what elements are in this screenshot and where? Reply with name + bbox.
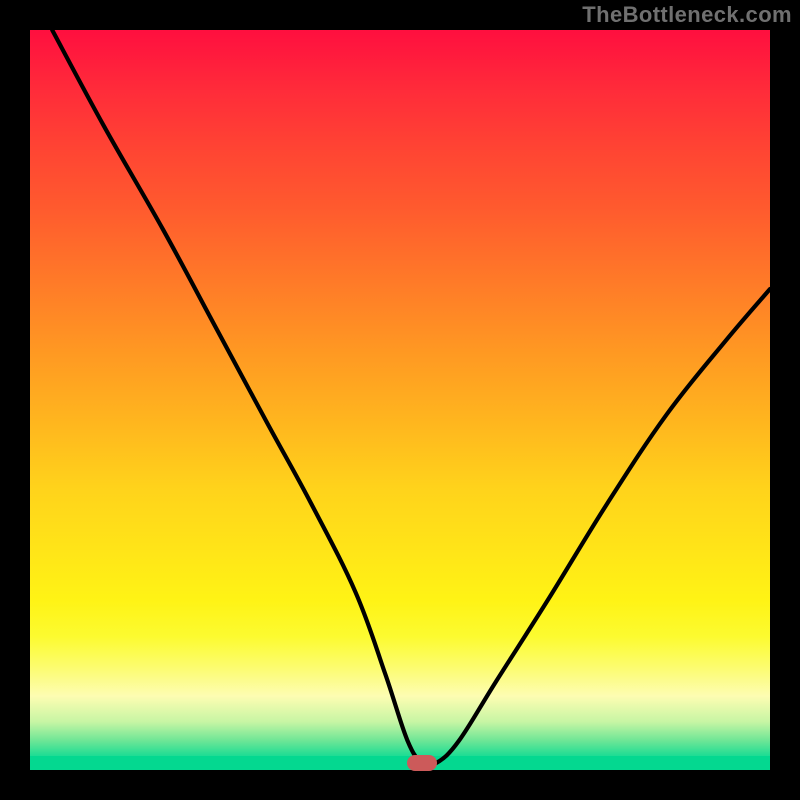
watermark-text: TheBottleneck.com [582,2,792,28]
bottleneck-curve [30,30,770,770]
chart-frame: TheBottleneck.com [0,0,800,800]
optimal-marker [407,755,437,771]
